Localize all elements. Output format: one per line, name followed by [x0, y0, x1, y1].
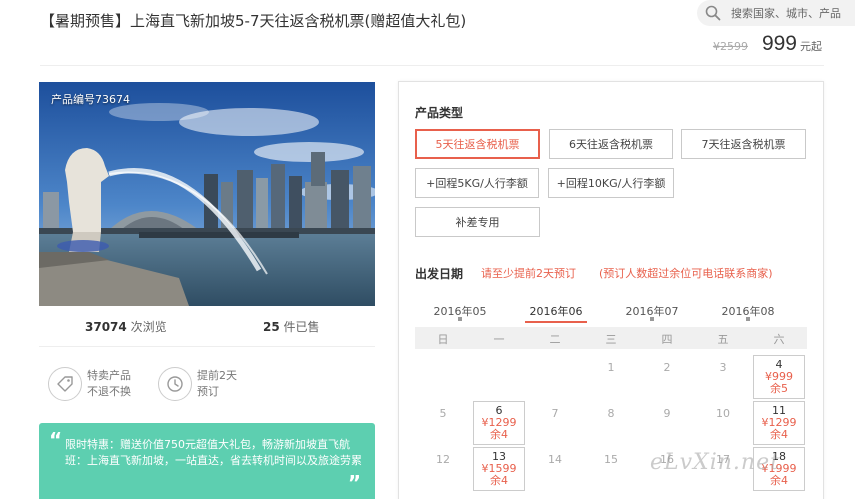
- tab-month-05[interactable]: 2016年05: [415, 303, 505, 321]
- calendar-day-available[interactable]: 13 ¥1599 余4: [473, 447, 525, 491]
- view-count-unit: 次浏览: [130, 320, 167, 334]
- feature-text: 特卖产品 不退不换: [87, 368, 131, 400]
- product-image: 产品编号73674: [39, 82, 375, 306]
- option-6-day[interactable]: 6天往返含税机票: [549, 129, 673, 159]
- day-seats-left: 余5: [770, 382, 788, 395]
- quote-open-icon: “: [49, 428, 63, 452]
- month-caret-icon: [458, 317, 462, 321]
- singapore-skyline-illustration: [39, 82, 375, 306]
- tab-month-07[interactable]: 2016年07: [607, 303, 697, 321]
- day-number: 5: [439, 407, 447, 420]
- search-icon[interactable]: [705, 5, 721, 21]
- day-number: 3: [719, 361, 727, 374]
- sold-count: 25 件已售: [263, 318, 320, 335]
- day-number: 14: [548, 453, 562, 466]
- option-price-difference[interactable]: 补差专用: [415, 207, 540, 237]
- month-caret-icon: [650, 317, 654, 321]
- tag-icon: [48, 367, 82, 401]
- feature-line-1: 提前2天: [197, 369, 237, 382]
- sold-count-number: 25: [263, 320, 280, 334]
- view-count-number: 37074: [85, 320, 127, 334]
- day-number: 8: [607, 407, 615, 420]
- feature-text: 提前2天 预订: [197, 368, 237, 400]
- calendar-day-available[interactable]: 6 ¥1299 余4: [473, 401, 525, 445]
- search-input[interactable]: [731, 4, 855, 22]
- promo-box: “ 限时特惠：赠送价值750元超值大礼包，畅游新加坡直飞航班：上海直飞新加坡，一…: [39, 423, 375, 499]
- calendar-day: 5: [417, 401, 469, 445]
- active-month-underline: [525, 321, 587, 323]
- calendar-day: 10: [697, 401, 749, 445]
- day-number: 15: [604, 453, 618, 466]
- search-box[interactable]: [697, 0, 855, 26]
- price-row: ¥2599 999 元起: [713, 32, 822, 56]
- weekday-tue: 二: [549, 333, 561, 346]
- booking-panel: 产品类型 5天往返含税机票 6天往返含税机票 7天往返含税机票 +回程5KG/人…: [398, 81, 824, 499]
- feature-line-1: 特卖产品: [87, 369, 131, 382]
- day-number: 12: [436, 453, 450, 466]
- weekday-sat: 六: [773, 333, 785, 346]
- view-count: 37074 次浏览: [85, 318, 167, 335]
- option-luggage-5kg[interactable]: +回程5KG/人行李额: [415, 168, 539, 198]
- calendar-day: 9: [641, 401, 693, 445]
- sold-count-unit: 件已售: [283, 320, 320, 334]
- weekday-mon: 一: [493, 333, 505, 346]
- tab-month-08[interactable]: 2016年08: [703, 303, 793, 321]
- weekday-sun: 日: [437, 333, 449, 346]
- calendar-day: 8: [585, 401, 637, 445]
- day-number: 10: [716, 407, 730, 420]
- weekday-wed: 三: [605, 333, 617, 346]
- option-5-day[interactable]: 5天往返含税机票: [415, 129, 540, 159]
- current-price: 999: [761, 32, 797, 55]
- contact-merchant-hint: (预订人数超过余位可电话联系商家): [599, 267, 773, 280]
- calendar-day: 2: [641, 355, 693, 399]
- feature-line-2: 不退不换: [87, 385, 131, 398]
- quote-close-icon: ”: [347, 471, 361, 495]
- weekday-fri: 五: [717, 333, 729, 346]
- clock-icon: [158, 367, 192, 401]
- day-number: 7: [551, 407, 559, 420]
- calendar-day: 15: [585, 447, 637, 491]
- advance-booking-hint: 请至少提前2天预订: [481, 267, 576, 280]
- day-number: 4: [775, 358, 783, 371]
- calendar-day-available[interactable]: 11 ¥1299 余4: [753, 401, 805, 445]
- calendar-day: 3: [697, 355, 749, 399]
- departure-date-label: 出发日期: [415, 267, 464, 281]
- day-number: 13: [492, 450, 506, 463]
- feature-special-sale: 特卖产品 不退不换: [48, 367, 131, 401]
- option-7-day[interactable]: 7天往返含税机票: [681, 129, 806, 159]
- day-number: 9: [663, 407, 671, 420]
- page-title: 【暑期预售】上海直飞新加坡5-7天往返含税机票(赠超值大礼包): [40, 12, 467, 30]
- month-caret-icon: [746, 317, 750, 321]
- product-type-label: 产品类型: [415, 106, 464, 120]
- day-seats-left: 余4: [490, 428, 508, 441]
- promo-text: 限时特惠：赠送价值750元超值大礼包，畅游新加坡直飞航班：上海直飞新加坡，一站直…: [65, 438, 362, 467]
- day-seats-left: 余4: [770, 428, 788, 441]
- watermark: eLvXin.net: [650, 450, 780, 475]
- calendar-day-available[interactable]: 4 ¥999 余5: [753, 355, 805, 399]
- calendar-day: 7: [529, 401, 581, 445]
- weekday-header: 日 一 二 三 四 五 六: [415, 327, 807, 349]
- day-seats-left: 余4: [490, 474, 508, 487]
- header-divider: [40, 65, 824, 66]
- original-price: ¥2599: [712, 40, 748, 53]
- tab-month-06[interactable]: 2016年06: [511, 303, 601, 323]
- calendar-day: 1: [585, 355, 637, 399]
- day-seats-left: 余4: [770, 474, 788, 487]
- calendar-day: 12: [417, 447, 469, 491]
- month-label: 2016年06: [529, 305, 583, 318]
- day-number: 2: [663, 361, 671, 374]
- option-luggage-10kg[interactable]: +回程10KG/人行李额: [548, 168, 674, 198]
- calendar-day: 14: [529, 447, 581, 491]
- product-stats: 37074 次浏览 25 件已售: [39, 318, 375, 336]
- day-number: 6: [495, 404, 503, 417]
- price-suffix: 元起: [800, 40, 822, 53]
- feature-line-2: 预订: [197, 385, 219, 398]
- day-number: 11: [772, 404, 786, 417]
- stats-divider: [39, 346, 375, 347]
- month-tabs: 2016年05 2016年06 2016年07 2016年08: [415, 303, 807, 323]
- weekday-thu: 四: [661, 333, 673, 346]
- product-code: 产品编号73674: [51, 93, 130, 106]
- feature-advance-booking: 提前2天 预订: [158, 367, 237, 401]
- day-number: 1: [607, 361, 615, 374]
